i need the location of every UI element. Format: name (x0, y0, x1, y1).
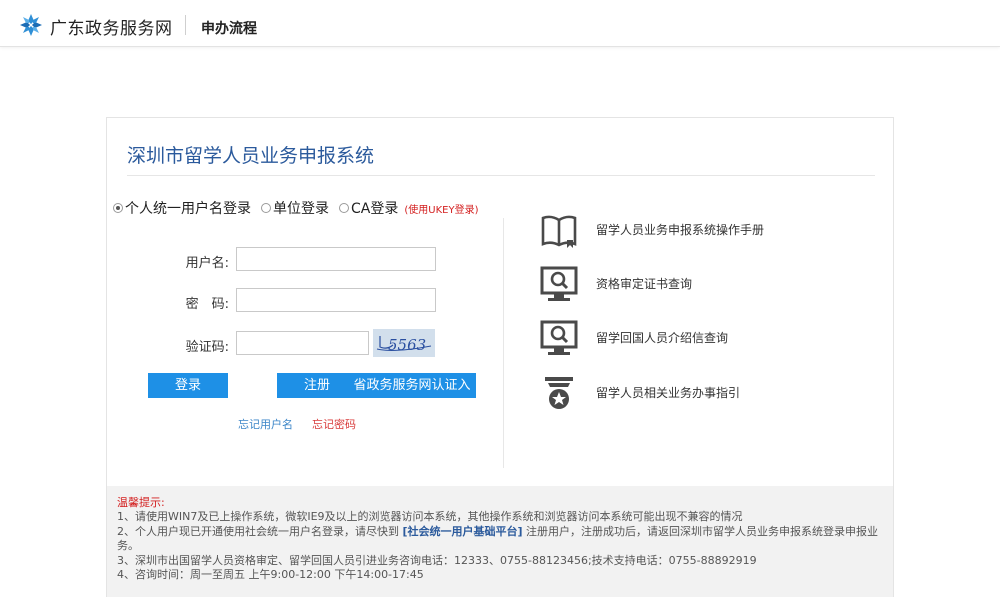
login-mode-selector: 个人统一用户名登录 单位登录 CA登录 (使用UKEY登录) (113, 198, 478, 218)
quick-link-letter-query[interactable]: 留学回国人员介绍信查询 (539, 318, 728, 358)
monitor-search-icon (540, 320, 578, 355)
forgot-username-link[interactable]: 忘记用户名 (238, 416, 293, 432)
column-divider (503, 218, 504, 468)
login-button[interactable]: 登录 (148, 373, 228, 398)
guide-badge-icon (545, 377, 573, 409)
login-panel: 深圳市留学人员业务申报系统 个人统一用户名登录 单位登录 CA登录 (使用UKE… (106, 117, 894, 597)
gov-logo-icon[interactable] (19, 13, 43, 37)
quick-link-certificate-query-label: 资格审定证书查询 (596, 277, 693, 291)
login-mode-unit[interactable]: 单位登录 (261, 198, 329, 218)
tips-line-4: 4、咨询时间：周一至周五 上午9:00-12:00 下午14:00-17:45 (117, 568, 424, 581)
captcha-image[interactable]: 5563 (373, 329, 435, 357)
system-title: 深圳市留学人员业务申报系统 (127, 145, 375, 167)
forgot-password-link[interactable]: 忘记密码 (312, 416, 356, 432)
quick-link-guide[interactable]: 留学人员相关业务办事指引 (539, 373, 740, 413)
login-mode-unit-label: 单位登录 (273, 201, 329, 217)
tips-line-2: 2、个人用户现已开通使用社会统一用户名登录，请尽快到 [社会统一用户基础平台] … (117, 525, 883, 554)
login-mode-ca[interactable]: CA登录 (339, 198, 398, 218)
register-button[interactable]: 注册 (277, 373, 357, 398)
radio-personal[interactable] (113, 203, 123, 213)
captcha-input[interactable] (236, 331, 369, 355)
book-icon (541, 215, 577, 248)
captcha-noise-icon: 5563 (376, 336, 432, 354)
login-mode-personal-label: 个人统一用户名登录 (125, 201, 251, 217)
site-name[interactable]: 广东政务服务网 (50, 14, 173, 39)
captcha-label: 验证码: (185, 340, 229, 355)
quick-link-manual-label: 留学人员业务申报系统操作手册 (596, 223, 765, 237)
radio-unit[interactable] (261, 203, 271, 213)
radio-ca[interactable] (339, 203, 349, 213)
page-crumb: 申办流程 (201, 21, 257, 37)
top-header: 广东政务服务网 申办流程 (0, 0, 1000, 47)
unified-user-platform-link[interactable]: [社会统一用户基础平台] (403, 525, 523, 538)
password-input[interactable] (236, 288, 436, 312)
login-mode-personal[interactable]: 个人统一用户名登录 (113, 198, 251, 218)
tips-line-3: 3、深圳市出国留学人员资格审定、留学回国人员引进业务咨询电话：12333、075… (117, 553, 757, 567)
ukey-note: (使用UKEY登录) (404, 204, 479, 216)
quick-link-letter-query-label: 留学回国人员介绍信查询 (596, 331, 729, 345)
quick-link-guide-label: 留学人员相关业务办事指引 (596, 386, 741, 400)
title-divider (127, 175, 875, 176)
tips-title: 温馨提示: (117, 496, 165, 509)
tips-line-2-start: 2、个人用户现已开通使用社会统一用户名登录，请尽快到 (117, 524, 403, 538)
quick-link-manual[interactable]: 留学人员业务申报系统操作手册 (539, 210, 764, 250)
tips-box: 温馨提示: 1、请使用WIN7及已上操作系统，微软IE9及以上的浏览器访问本系统… (107, 486, 893, 597)
username-input[interactable] (236, 247, 436, 271)
login-mode-ca-label: CA登录 (351, 201, 399, 217)
password-label: 密 码: (185, 297, 229, 312)
header-separator (185, 15, 186, 35)
tips-line-1: 1、请使用WIN7及已上操作系统，微软IE9及以上的浏览器访问本系统，其他操作系… (117, 510, 743, 523)
gov-auth-entry-button[interactable]: 省政务服务网认证入口 (348, 373, 476, 418)
quick-link-certificate-query[interactable]: 资格审定证书查询 (539, 264, 692, 304)
captcha-text: 5563 (388, 336, 426, 354)
username-label: 用户名: (185, 256, 229, 271)
monitor-search-icon (540, 266, 578, 301)
